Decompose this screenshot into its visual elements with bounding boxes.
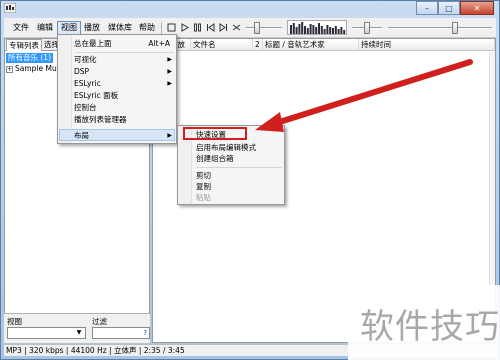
pause-icon[interactable] — [192, 22, 202, 32]
chevron-down-icon: ▼ — [76, 329, 82, 336]
menu-gutter — [58, 35, 72, 143]
lower-left-panel: 视图 过滤 ▼ ? — [4, 313, 150, 343]
filter-help-icon[interactable]: ? — [143, 329, 147, 337]
menu-item-console[interactable]: 控制台 — [74, 103, 97, 113]
menu-item-playlist-manager[interactable]: 播放列表管理器 — [74, 115, 127, 125]
menu-help[interactable]: 帮助 — [136, 21, 158, 35]
playlist-header: 正在播放 文件名 2 标题 / 音轨艺术家 持续时间 — [153, 39, 495, 51]
watermark-text: 软件技巧 — [360, 307, 500, 347]
spectrum-bar — [309, 24, 312, 34]
menu-item-dsp[interactable]: DSP — [74, 67, 89, 77]
shortcut-label: Alt+A — [148, 39, 170, 48]
spectrum-bar — [315, 27, 318, 34]
filter-label: 过滤 — [92, 317, 107, 326]
submenu-arrow-icon: ▶ — [167, 68, 172, 75]
filter-input[interactable]: ? — [92, 327, 150, 339]
column-duration[interactable]: 持续时间 — [359, 39, 495, 51]
column-filename[interactable]: 文件名 — [191, 39, 253, 51]
tab-album-list[interactable]: 专辑列表 — [6, 39, 42, 51]
stop-icon[interactable] — [166, 22, 176, 32]
tree-item-all-music[interactable]: 所有音乐 (1) — [6, 53, 54, 63]
spectrum-bar — [295, 27, 298, 34]
app-icon — [4, 3, 16, 13]
maximize-button[interactable]: □ — [438, 1, 460, 15]
spectrum-bar — [306, 28, 309, 34]
menu-item-copy[interactable]: 复制 — [196, 182, 211, 192]
spectrum-bar — [340, 27, 343, 34]
view-select[interactable]: ▼ — [7, 327, 86, 339]
menu-library[interactable]: 媒体库 — [105, 21, 135, 35]
spectrum-bar — [332, 28, 334, 34]
menu-item-layout-edit-mode[interactable]: 启用布局编辑模式 — [196, 143, 256, 153]
spectrum-bar — [337, 29, 340, 34]
previous-icon[interactable] — [205, 22, 215, 32]
menu-item-layout[interactable]: 布局 — [74, 131, 89, 141]
spectrum-bar — [320, 26, 323, 34]
spectrum-bar — [326, 25, 329, 34]
menu-view[interactable]: 视图 — [57, 21, 81, 35]
spectrum-bar — [343, 30, 346, 34]
spectrum-bar — [292, 23, 295, 34]
layout-submenu: 快速设置 启用布局编辑模式 创建组合箱 剪切 复制 粘贴 — [177, 125, 285, 205]
menu-file[interactable]: 文件 — [10, 21, 32, 35]
menu-item-cut[interactable]: 剪切 — [196, 171, 211, 181]
menu-separator — [196, 167, 282, 168]
spectrum-bars — [290, 22, 346, 34]
column-number[interactable]: 2 — [253, 39, 263, 51]
spectrum-bar — [323, 29, 326, 34]
watermark: 软件技巧 — [348, 285, 500, 360]
random-icon[interactable] — [231, 22, 241, 32]
menu-item-paste: 粘贴 — [196, 193, 211, 202]
volume-thumb[interactable] — [452, 22, 458, 34]
expand-icon[interactable]: + — [6, 65, 13, 73]
menu-item-eslyric-panel[interactable]: ESLyric 面板 — [74, 91, 118, 101]
next-icon[interactable] — [218, 22, 228, 32]
seek-track[interactable] — [246, 27, 282, 29]
volume-thumb-left[interactable] — [364, 22, 370, 34]
view-label: 视图 — [7, 317, 22, 326]
submenu-arrow-icon: ▶ — [167, 80, 172, 87]
menu-item-quick-setup[interactable]: 快速设置 — [196, 130, 226, 140]
menu-separator — [76, 52, 174, 53]
menu-item-create-combo[interactable]: 创建组合箱 — [196, 154, 234, 164]
submenu-arrow-icon: ▶ — [167, 132, 172, 139]
tree-item-sample-label: Sample Mu — [15, 64, 57, 73]
spectrum-bar — [318, 23, 320, 34]
spectrum-bar — [312, 25, 315, 34]
spectrum-bar — [290, 25, 292, 34]
toolbar-separator — [161, 22, 162, 34]
spectrum-bar — [298, 24, 301, 34]
close-button[interactable]: ✕ — [460, 1, 494, 15]
minimize-button[interactable]: – — [416, 1, 438, 15]
spectrum-bar — [334, 26, 337, 34]
menu-playback[interactable]: 播放 — [81, 21, 103, 35]
spectrum-bar — [329, 27, 332, 34]
spectrum-visualizer — [287, 20, 347, 35]
window-controls: – □ ✕ — [416, 1, 494, 17]
column-title-artist[interactable]: 标题 / 音轨艺术家 — [263, 39, 359, 51]
view-menu: 总在最上面 Alt+A 可视化 ▶ DSP ▶ ESLyric ▶ ESLyri… — [57, 34, 177, 144]
submenu-arrow-icon: ▶ — [167, 56, 172, 63]
menu-item-always-on-top[interactable]: 总在最上面 — [74, 39, 112, 49]
menu-item-eslyric[interactable]: ESLyric — [74, 79, 101, 89]
spectrum-bar — [304, 26, 306, 34]
play-icon[interactable] — [179, 22, 189, 32]
menu-item-visualization[interactable]: 可视化 — [74, 55, 97, 65]
volume-track[interactable] — [388, 27, 492, 29]
spectrum-bar — [301, 22, 304, 34]
menu-edit[interactable]: 编辑 — [34, 21, 56, 35]
seek-thumb[interactable] — [254, 22, 260, 34]
